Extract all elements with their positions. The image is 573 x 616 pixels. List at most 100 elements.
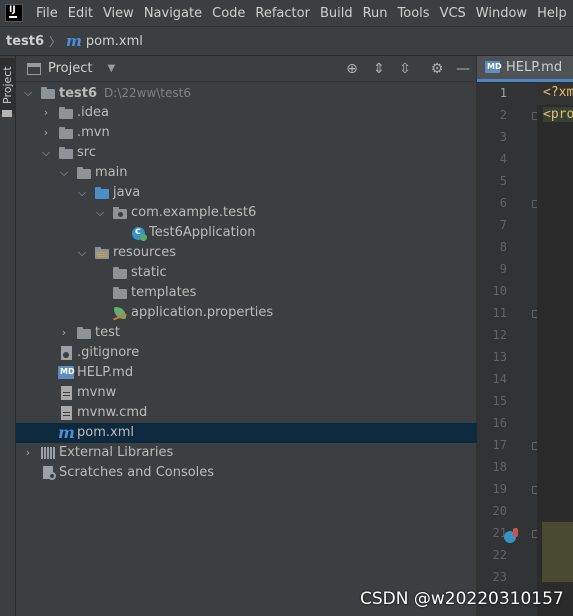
- tab-help-md[interactable]: MD HELP.md: [477, 55, 573, 82]
- tree-item-label: Test6Application: [149, 225, 256, 240]
- tree-item-mvn[interactable]: › .mvn: [16, 123, 477, 143]
- tree-item-test[interactable]: › test: [16, 323, 477, 343]
- chevron-down-icon[interactable]: ⌵: [58, 163, 70, 183]
- chevron-down-icon[interactable]: ⌵: [40, 143, 52, 163]
- tree-item-test6application[interactable]: c Test6Application: [16, 223, 477, 243]
- collapse-all-icon[interactable]: ⇳: [396, 60, 414, 78]
- resources-folder-icon: [94, 246, 110, 260]
- gear-icon[interactable]: ⚙: [428, 60, 446, 78]
- tree-item-mvnw-cmd[interactable]: mvnw.cmd: [16, 403, 477, 423]
- menu-tools[interactable]: Tools: [393, 6, 435, 21]
- tree-item-label-wrap: test6 D:\22ww\test6: [59, 84, 191, 103]
- tab-label: HELP.md: [506, 59, 563, 75]
- tree-item-mvnw[interactable]: mvnw: [16, 383, 477, 403]
- menu-vcs[interactable]: VCS: [435, 6, 471, 21]
- tree-item-label: test: [95, 325, 120, 340]
- libraries-icon: [40, 446, 56, 460]
- chevron-right-icon[interactable]: ›: [22, 443, 34, 463]
- line-number: 2: [499, 108, 507, 122]
- chevron-down-icon[interactable]: ▼: [107, 63, 115, 74]
- menu-navigate[interactable]: Navigate: [139, 6, 207, 21]
- tree-item-gitignore[interactable]: .gitignore: [16, 343, 477, 363]
- line-number: 6: [499, 196, 507, 210]
- logo-text: IJ: [9, 5, 16, 15]
- locate-icon[interactable]: ⊕: [343, 60, 361, 78]
- menu-code[interactable]: Code: [207, 6, 250, 21]
- maven-icon: m: [66, 32, 82, 50]
- folder-icon: [112, 286, 128, 300]
- tree-item-scratches[interactable]: Scratches and Consoles: [16, 463, 477, 483]
- line-number-gutter: 1 2 3 4 5 6 7 8 9 10 11 12 13 14 15 16 1…: [477, 83, 540, 616]
- package-icon: [112, 206, 128, 220]
- chevron-right-icon[interactable]: ›: [40, 123, 52, 143]
- tree-item-pom-xml[interactable]: m pom.xml: [16, 423, 477, 443]
- line-number: 20: [492, 504, 507, 518]
- menu-window[interactable]: Window: [471, 6, 532, 21]
- menu-view[interactable]: View: [98, 6, 139, 21]
- project-panel: Project ▼ ⊕ ⇕ ⇳ ⚙ — ⌵ test6 D:\22ww\test6…: [16, 56, 477, 616]
- menu-file[interactable]: File: [31, 6, 63, 21]
- tree-item-label: com.example.test6: [131, 205, 257, 220]
- tree-item-label: test6: [59, 86, 98, 101]
- project-tool-tab[interactable]: Project: [0, 58, 16, 117]
- menu-help[interactable]: Help: [532, 6, 572, 21]
- minimize-icon[interactable]: —: [454, 60, 472, 78]
- line-number: 7: [499, 218, 507, 232]
- breadcrumb-file[interactable]: pom.xml: [86, 34, 143, 49]
- chevron-right-icon[interactable]: ›: [58, 323, 70, 343]
- line-number: 15: [492, 394, 507, 408]
- folder-icon: [76, 166, 92, 180]
- menu-run[interactable]: Run: [358, 6, 393, 21]
- line-number: 3: [499, 130, 507, 144]
- chevron-down-icon[interactable]: ⌵: [22, 83, 34, 103]
- menu-refactor[interactable]: Refactor: [250, 6, 315, 21]
- intellij-logo-icon: IJ: [5, 4, 23, 22]
- line-number: 13: [492, 350, 507, 364]
- chevron-down-icon[interactable]: ⌵: [76, 243, 88, 263]
- tree-item-idea[interactable]: › .idea: [16, 103, 477, 123]
- tree-item-main[interactable]: ⌵ main: [16, 163, 477, 183]
- expand-all-icon[interactable]: ⇕: [370, 60, 388, 78]
- line-number: 21: [492, 526, 507, 540]
- menu-edit[interactable]: Edit: [63, 6, 98, 21]
- chevron-down-icon[interactable]: ⌵: [94, 203, 106, 223]
- tree-item-test6[interactable]: ⌵ test6 D:\22ww\test6: [16, 83, 477, 103]
- tree-item-resources[interactable]: ⌵ resources: [16, 243, 477, 263]
- tree-item-src[interactable]: ⌵ src: [16, 143, 477, 163]
- line-number: 1: [499, 86, 507, 100]
- folder-icon: [58, 106, 74, 120]
- tree-item-templates[interactable]: templates: [16, 283, 477, 303]
- line-number: 18: [492, 460, 507, 474]
- code-line-1: <?xm: [543, 85, 573, 100]
- chevron-right-icon[interactable]: ›: [40, 103, 52, 123]
- tree-item-package[interactable]: ⌵ com.example.test6: [16, 203, 477, 223]
- tree-item-help-md[interactable]: MD HELP.md: [16, 363, 477, 383]
- tree-item-java[interactable]: ⌵ java: [16, 183, 477, 203]
- project-panel-header: Project ▼ ⊕ ⇕ ⇳ ⚙ —: [16, 56, 477, 82]
- breadcrumb: test6 〉 m pom.xml: [0, 26, 573, 56]
- line-number: 5: [499, 174, 507, 188]
- tree-item-label: .idea: [77, 105, 109, 120]
- chevron-down-icon[interactable]: ⌵: [76, 183, 88, 203]
- project-path: D:\22ww\test6: [104, 86, 191, 100]
- folder-icon: [58, 126, 74, 140]
- line-number: 23: [492, 570, 507, 584]
- menu-bar: IJ File Edit View Navigate Code Refactor…: [0, 0, 573, 26]
- breadcrumb-project[interactable]: test6: [6, 34, 44, 49]
- tree-item-label: templates: [131, 285, 197, 300]
- tree-item-static[interactable]: static: [16, 263, 477, 283]
- menu-build[interactable]: Build: [315, 6, 358, 21]
- tree-item-application-properties[interactable]: application.properties: [16, 303, 477, 323]
- tree-item-external-libraries[interactable]: › External Libraries: [16, 443, 477, 463]
- watermark: CSDN @w20220310157: [360, 589, 564, 609]
- line-number: 17: [492, 438, 507, 452]
- line-number: 12: [492, 328, 507, 342]
- editor-tab-bar: MD HELP.md: [477, 55, 573, 82]
- line-number: 19: [492, 482, 507, 496]
- gitignore-file-icon: [58, 346, 74, 360]
- tree-item-label: resources: [113, 245, 177, 260]
- panel-title[interactable]: Project: [48, 61, 92, 76]
- highlighted-block: [542, 522, 573, 582]
- tree-item-label: application.properties: [131, 305, 274, 320]
- override-gutter-icon[interactable]: [504, 528, 518, 543]
